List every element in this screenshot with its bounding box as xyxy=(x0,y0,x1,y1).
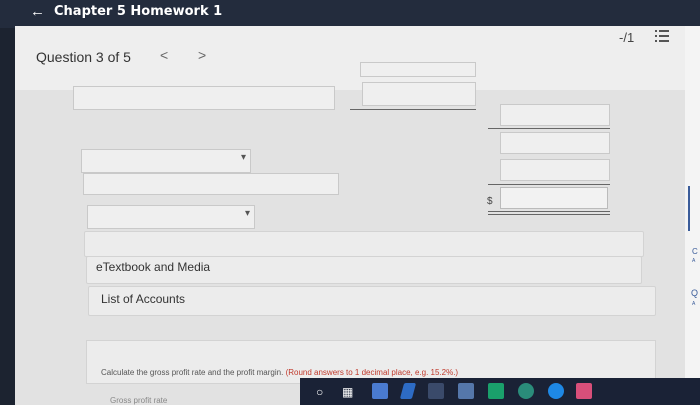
question-list-icon[interactable] xyxy=(655,28,669,44)
underline-3 xyxy=(488,184,610,185)
etextbook-link[interactable]: eTextbook and Media xyxy=(96,260,210,274)
prev-question-button[interactable]: < xyxy=(160,47,168,63)
total-input-1[interactable] xyxy=(500,104,610,126)
account-input-2[interactable] xyxy=(83,173,339,195)
question-label: Question 3 of 5 xyxy=(36,49,131,65)
account-input-1[interactable] xyxy=(73,86,335,110)
total-input-2[interactable] xyxy=(500,132,610,154)
chevron-down-icon: ▾ xyxy=(244,208,250,219)
total-input-3[interactable] xyxy=(500,159,610,181)
side-glyph-small: A xyxy=(692,258,696,264)
file-explorer-icon[interactable] xyxy=(372,383,388,399)
calculation-instructions: Calculate the gross profit rate and the … xyxy=(101,368,458,377)
gross-profit-rate-label: Gross profit rate xyxy=(110,396,168,405)
final-total-input[interactable] xyxy=(500,187,608,209)
search-icon[interactable]: ○ xyxy=(316,385,323,399)
browser-icon[interactable] xyxy=(518,383,534,399)
arrow-left-icon[interactable]: ← xyxy=(30,3,45,20)
app-icon-pink[interactable] xyxy=(576,383,592,399)
side-glyph-small: A xyxy=(692,301,696,307)
app-icon-gear[interactable] xyxy=(428,383,444,399)
app-icon-blue[interactable] xyxy=(399,383,417,399)
next-question-button[interactable]: > xyxy=(198,47,206,63)
double-underline-a xyxy=(488,211,610,212)
double-underline-b xyxy=(488,214,610,215)
account-select-1[interactable]: ▾ xyxy=(81,149,251,173)
list-of-accounts-link[interactable]: List of Accounts xyxy=(101,292,185,306)
amount-input-1[interactable] xyxy=(362,82,476,106)
app-icon-green[interactable] xyxy=(488,383,504,399)
scroll-indicator[interactable] xyxy=(688,186,690,231)
underline-2 xyxy=(488,128,610,129)
account-input-top[interactable] xyxy=(360,62,476,77)
currency-symbol: $ xyxy=(487,196,493,207)
etextbook-section[interactable] xyxy=(84,231,644,257)
underline-1 xyxy=(350,109,476,110)
rounding-instruction: (Round answers to 1 decimal place, e.g. … xyxy=(285,368,459,377)
chrome-icon[interactable] xyxy=(548,383,564,399)
right-scroll-strip: C A Q A xyxy=(685,26,700,405)
calculation-prompt: Calculate the gross profit rate and the … xyxy=(101,368,284,377)
account-select-2[interactable]: ▾ xyxy=(87,205,255,229)
assignment-title: Chapter 5 Homework 1 xyxy=(54,4,223,19)
side-glyph-c: C xyxy=(692,247,698,256)
app-icon-tiles[interactable] xyxy=(458,383,474,399)
chevron-down-icon: ▾ xyxy=(240,152,246,163)
top-bar: ← Chapter 5 Homework 1 xyxy=(0,0,700,28)
side-glyph-q: Q xyxy=(691,288,699,298)
score-display: -/1 xyxy=(619,30,635,45)
taskbar: ○ ▦ xyxy=(300,378,700,405)
task-view-icon[interactable]: ▦ xyxy=(342,385,353,399)
